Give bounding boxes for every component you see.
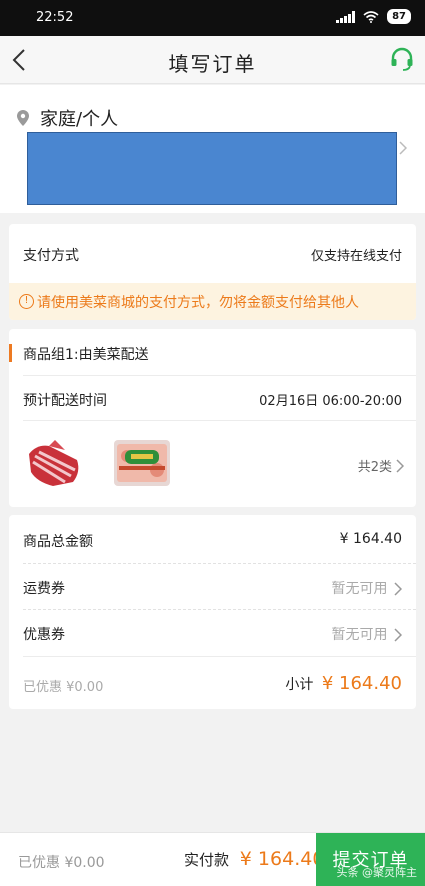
page-title: 填写订单 [168,52,257,76]
goods-group-title: 商品组1:由美菜配送 [23,347,149,363]
address-type-label: 家庭/个人 [40,109,119,130]
freight-coupon-value: 暂无可用 [332,578,402,598]
subtotal-row: 已优惠 ¥0.00 小计 ¥ 164.40 [23,673,402,695]
bottom-bar: 已优惠 ¥0.00 实付款 ¥ 164.40 提交订单 头条 @聚灵阵主 [0,832,425,886]
watermark: 头条 @聚灵阵主 [336,866,418,879]
subtotal-value: ¥ 164.40 [321,673,402,694]
address-redacted-block [27,132,397,205]
delivery-time-label: 预计配送时间 [23,393,107,409]
paid-amount: 实付款 ¥ 164.40 [184,848,324,870]
delivery-time-value: 02月16日 06:00-20:00 [259,394,402,409]
summary-card: 商品总金额 ¥ 164.40 运费券 暂无可用 优惠券 暂无可用 已优惠 ¥0.… [9,515,416,709]
payment-warning-text: 请使用美菜商城的支付方式，勿将金额支付给其他人 [37,294,359,311]
coupon-status: 暂无可用 [331,627,388,643]
freight-coupon-row[interactable]: 运费券 暂无可用 [23,578,402,598]
payment-method-row: 支付方式 仅支持在线支付 [23,245,402,265]
coupon-label: 优惠券 [23,627,65,643]
coupon-value: 暂无可用 [332,624,402,644]
product-thumb-package [114,440,170,486]
subtotal-label: 小计 [285,677,314,693]
divider [23,375,416,376]
freight-coupon-label: 运费券 [23,581,65,597]
bottom-discount-text: 已优惠 ¥0.00 [18,855,105,871]
chevron-right-icon [394,582,402,596]
address-section[interactable]: 家庭/个人 [0,85,425,213]
subtotal: 小计 ¥ 164.40 [285,673,402,694]
warning-icon: ! [19,294,34,309]
freight-coupon-status: 暂无可用 [331,581,388,597]
group-accent-bar [9,344,12,362]
paid-value: ¥ 164.40 [239,848,325,870]
total-amount-label: 商品总金额 [23,534,93,550]
chevron-right-icon [396,458,404,473]
headset-icon[interactable] [389,46,415,72]
coupon-row[interactable]: 优惠券 暂无可用 [23,624,402,644]
total-amount-row: 商品总金额 ¥ 164.40 [23,531,402,551]
status-icons: 87 [336,9,411,24]
divider [23,656,416,657]
chevron-right-icon [394,628,402,642]
status-bar: 22:52 87 [0,0,425,36]
goods-card: 商品组1:由美菜配送 预计配送时间 02月16日 06:00-20:00 共2类 [9,329,416,507]
delivery-time-row[interactable]: 预计配送时间 02月16日 06:00-20:00 [23,390,402,410]
location-pin-icon [17,110,29,126]
product-thumb-meat [29,440,79,486]
nav-bar: 填写订单 [0,36,425,84]
battery-indicator: 87 [387,9,411,24]
discount-text: 已优惠 ¥0.00 [23,680,104,695]
paid-label: 实付款 [184,851,230,869]
payment-warning: ! 请使用美菜商城的支付方式，勿将金额支付给其他人 [9,283,416,320]
chevron-right-icon [399,141,407,155]
status-time: 22:52 [36,10,74,25]
divider [23,563,416,564]
total-amount-value: ¥ 164.40 [339,531,402,547]
payment-method-value: 仅支持在线支付 [310,249,402,264]
goods-count-label: 共2类 [357,460,392,475]
divider [23,420,416,421]
payment-card: 支付方式 仅支持在线支付 ! 请使用美菜商城的支付方式，勿将金额支付给其他人 [9,224,416,320]
goods-count[interactable]: 共2类 [358,456,404,475]
payment-method-label: 支付方式 [23,248,79,264]
signal-icon [336,10,356,23]
divider [23,609,416,610]
wifi-icon [363,10,379,23]
